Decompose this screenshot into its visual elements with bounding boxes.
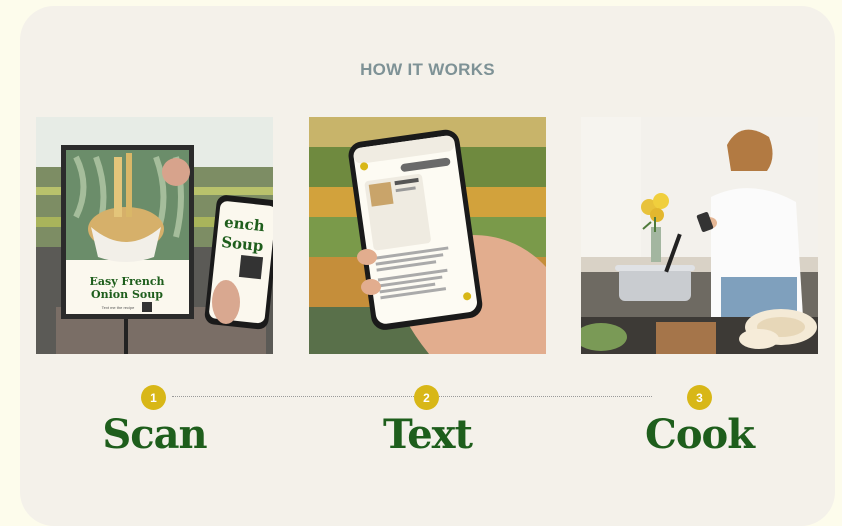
phone-qr-icon: [238, 255, 264, 280]
cook-photo: [581, 117, 818, 354]
step-3-badge: 3: [687, 385, 712, 410]
step-2-badge: 2: [414, 385, 439, 410]
step-1-badge: 1: [141, 385, 166, 410]
poster-title-line1: Easy French: [89, 275, 164, 288]
poster-qr-icon: [142, 302, 152, 312]
step-1-label: Scan: [102, 411, 207, 458]
poster-caption: Text me the recipe: [102, 305, 135, 310]
poster-title-line2: Onion Soup: [91, 288, 163, 301]
steps-connector-line: [172, 396, 652, 397]
section-eyebrow: HOW IT WORKS: [360, 60, 495, 79]
step-3-label: Cook: [645, 411, 755, 458]
text-photo: [309, 117, 546, 354]
how-it-works-card: HOW IT WORKS Easy French Onion Soup Text…: [20, 6, 835, 526]
step-2-label: Text: [383, 411, 473, 458]
scan-photo: Easy French Onion Soup Text me the recip…: [36, 117, 273, 354]
